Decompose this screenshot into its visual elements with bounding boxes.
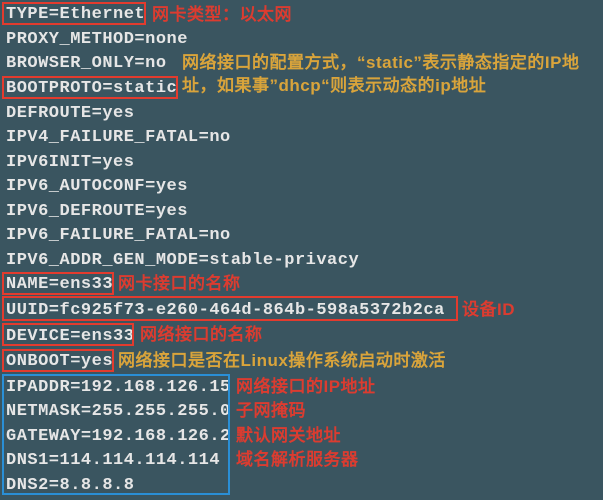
box-type <box>2 2 146 25</box>
cfg-proxy-method: PROXY_METHOD=none <box>6 30 188 49</box>
cfg-defroute: DEFROUTE=yes <box>6 104 134 123</box>
ann-name: 网卡接口的名称 <box>118 273 241 296</box>
cfg-ipv6-addr-gen: IPV6_ADDR_GEN_MODE=stable-privacy <box>6 251 359 270</box>
box-name <box>2 272 114 295</box>
box-onboot <box>2 349 114 372</box>
ann-onboot: 网络接口是否在Linux操作系统启动时激活 <box>118 350 446 373</box>
box-bootproto <box>2 76 178 99</box>
ann-netmask: 子网掩码 <box>236 400 306 423</box>
ann-uuid: 设备ID <box>462 299 515 322</box>
ann-bootproto: 网络接口的配置方式，“static”表示静态指定的IP地址，如果事”dhcp“则… <box>182 52 592 98</box>
cfg-browser-only: BROWSER_ONLY=no <box>6 54 167 73</box>
cfg-ipv6-defroute: IPV6_DEFROUTE=yes <box>6 202 188 221</box>
ann-gateway: 默认网关地址 <box>236 425 341 448</box>
box-uuid <box>2 296 458 321</box>
box-device <box>2 323 134 346</box>
cfg-ipv4-failure: IPV4_FAILURE_FATAL=no <box>6 128 231 147</box>
ann-dns: 域名解析服务器 <box>236 449 359 472</box>
ann-device: 网络接口的名称 <box>140 324 263 347</box>
box-ipblock <box>2 374 230 495</box>
cfg-ipv6-failure: IPV6_FAILURE_FATAL=no <box>6 226 231 245</box>
cfg-ipv6init: IPV6INIT=yes <box>6 153 134 172</box>
ann-ipaddr: 网络接口的IP地址 <box>236 376 376 399</box>
cfg-ipv6-autoconf: IPV6_AUTOCONF=yes <box>6 177 188 196</box>
ann-type: 网卡类型：以太网 <box>152 4 292 27</box>
